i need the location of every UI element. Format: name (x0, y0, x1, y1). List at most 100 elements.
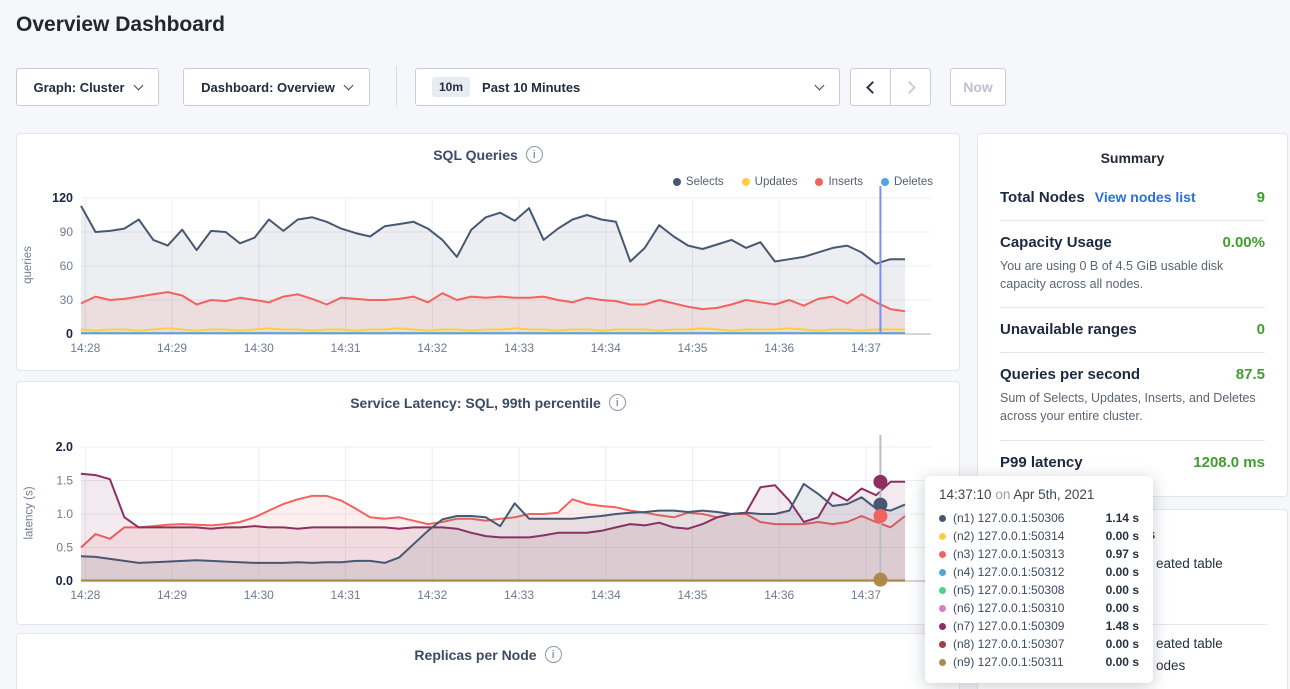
summary-panel: Summary Total Nodes View nodes list 9 Ca… (977, 133, 1288, 497)
svg-text:0.0: 0.0 (56, 574, 73, 588)
time-next-button[interactable] (890, 68, 931, 106)
time-range-badge: 10m (432, 77, 470, 97)
series-dot (815, 178, 823, 186)
summary-row-unavailable-ranges: Unavailable ranges 0 (1000, 307, 1265, 352)
series-dot (939, 533, 946, 540)
chevron-down-icon (343, 80, 353, 90)
tooltip-timestamp: 14:37:10 on Apr 5th, 2021 (939, 487, 1139, 502)
svg-text:14:36: 14:36 (764, 588, 794, 602)
svg-text:60: 60 (60, 259, 74, 273)
svg-text:14:29: 14:29 (157, 341, 187, 355)
toolbar-divider (396, 66, 397, 107)
legend-item-updates[interactable]: Updates (742, 176, 798, 188)
series-dot (939, 623, 946, 630)
tooltip-node-row: (n7) 127.0.0.1:50309 1.48 s (939, 617, 1139, 635)
dashboard-dropdown[interactable]: Dashboard: Overview (183, 68, 370, 106)
series-dot (742, 178, 750, 186)
summary-label: Capacity Usage (1000, 234, 1112, 251)
svg-text:0.5: 0.5 (56, 541, 73, 555)
summary-value: 0 (1257, 321, 1265, 338)
chevron-right-icon (903, 81, 916, 94)
svg-text:14:35: 14:35 (677, 341, 707, 355)
tooltip-node-row: (n6) 127.0.0.1:50310 0.00 s (939, 599, 1139, 617)
replicas-per-node-chart-panel: Replicas per Node i (16, 633, 960, 689)
svg-text:120: 120 (52, 191, 73, 205)
series-dot (939, 641, 946, 648)
time-now-button[interactable]: Now (950, 68, 1006, 106)
time-range-dropdown[interactable]: 10m Past 10 Minutes (415, 68, 840, 106)
legend-item-deletes[interactable]: Deletes (881, 176, 933, 188)
summary-value: 1208.0 ms (1193, 454, 1265, 471)
sql-queries-chart-title: SQL Queries (433, 147, 518, 163)
graph-scope-dropdown[interactable]: Graph: Cluster (16, 68, 159, 106)
chevron-down-icon (133, 80, 143, 90)
tooltip-node-row: (n1) 127.0.0.1:50306 1.14 s (939, 509, 1139, 527)
service-latency-chart-title: Service Latency: SQL, 99th percentile (350, 395, 601, 411)
view-nodes-list-link[interactable]: View nodes list (1095, 189, 1196, 205)
summary-row-queries-per-second: Queries per second 87.5 Sum of Selects, … (1000, 352, 1265, 439)
svg-text:30: 30 (60, 293, 74, 307)
time-range-label: Past 10 Minutes (482, 80, 580, 95)
summary-label: P99 latency (1000, 454, 1083, 471)
svg-text:14:28: 14:28 (70, 341, 100, 355)
event-item-text-fragment: eated table (1156, 556, 1223, 571)
svg-text:14:31: 14:31 (331, 341, 361, 355)
tooltip-node-row: (n8) 127.0.0.1:50307 0.00 s (939, 635, 1139, 653)
svg-text:14:37: 14:37 (851, 588, 881, 602)
summary-value: 87.5 (1236, 366, 1265, 383)
svg-text:0: 0 (66, 327, 73, 341)
tooltip-node-row: (n9) 127.0.0.1:50311 0.00 s (939, 653, 1139, 671)
summary-description: You are using 0 B of 4.5 GiB usable disk… (1000, 257, 1265, 293)
svg-text:14:32: 14:32 (417, 588, 447, 602)
svg-text:1.5: 1.5 (56, 474, 73, 488)
sql-queries-legend: Selects Updates Inserts Deletes (673, 176, 933, 188)
series-dot (939, 587, 946, 594)
series-dot (881, 178, 889, 186)
svg-text:14:33: 14:33 (504, 588, 534, 602)
graph-scope-dropdown-label: Graph: Cluster (33, 80, 124, 95)
info-icon[interactable]: i (526, 146, 543, 163)
svg-text:2.0: 2.0 (56, 440, 73, 454)
info-icon[interactable]: i (609, 394, 626, 411)
tooltip-node-row: (n5) 127.0.0.1:50308 0.00 s (939, 581, 1139, 599)
series-dot (939, 569, 946, 576)
series-dot (939, 605, 946, 612)
svg-text:14:30: 14:30 (244, 341, 274, 355)
svg-text:14:34: 14:34 (591, 588, 621, 602)
dashboard-dropdown-label: Dashboard: Overview (201, 80, 335, 95)
legend-item-selects[interactable]: Selects (673, 176, 724, 188)
series-dot (939, 551, 946, 558)
chevron-left-icon (866, 81, 879, 94)
summary-value: 9 (1257, 189, 1265, 206)
overview-dashboard-page: Overview Dashboard Graph: Cluster Dashbo… (0, 0, 1290, 689)
time-prev-button[interactable] (850, 68, 891, 106)
series-dot (673, 178, 681, 186)
event-item-text-fragment: odes (1156, 658, 1185, 673)
summary-row-capacity-usage: Capacity Usage 0.00% You are using 0 B o… (1000, 220, 1265, 307)
event-item-text-fragment: eated table (1156, 636, 1223, 651)
svg-text:14:37: 14:37 (851, 341, 881, 355)
summary-description: Sum of Selects, Updates, Inserts, and De… (1000, 389, 1265, 425)
svg-text:1.0: 1.0 (56, 507, 73, 521)
summary-label: Unavailable ranges (1000, 321, 1137, 338)
svg-text:14:29: 14:29 (157, 588, 187, 602)
summary-label: Queries per second (1000, 366, 1140, 383)
svg-text:14:33: 14:33 (504, 341, 534, 355)
page-title: Overview Dashboard (16, 13, 225, 37)
chart-hover-tooltip: 14:37:10 on Apr 5th, 2021 (n1) 127.0.0.1… (925, 476, 1153, 683)
svg-text:14:36: 14:36 (764, 341, 794, 355)
svg-text:14:31: 14:31 (331, 588, 361, 602)
sql-queries-chart[interactable]: 14:2814:2914:3014:3114:3214:3314:3414:35… (17, 134, 959, 370)
time-now-label: Now (963, 79, 993, 95)
sql-queries-chart-panel: SQL Queries i Selects Updates Inserts De… (16, 133, 960, 371)
info-icon[interactable]: i (545, 646, 562, 663)
series-dot (939, 659, 946, 666)
service-latency-chart-panel: Service Latency: SQL, 99th percentile i … (16, 381, 960, 625)
tooltip-node-row: (n3) 127.0.0.1:50313 0.97 s (939, 545, 1139, 563)
series-dot (939, 515, 946, 522)
summary-row-total-nodes: Total Nodes View nodes list 9 (1000, 176, 1265, 220)
service-latency-chart[interactable]: 14:2814:2914:3014:3114:3214:3314:3414:35… (17, 382, 959, 624)
summary-value: 0.00% (1222, 234, 1265, 251)
legend-item-inserts[interactable]: Inserts (815, 176, 863, 188)
sql-queries-y-axis-label: queries (22, 246, 34, 284)
